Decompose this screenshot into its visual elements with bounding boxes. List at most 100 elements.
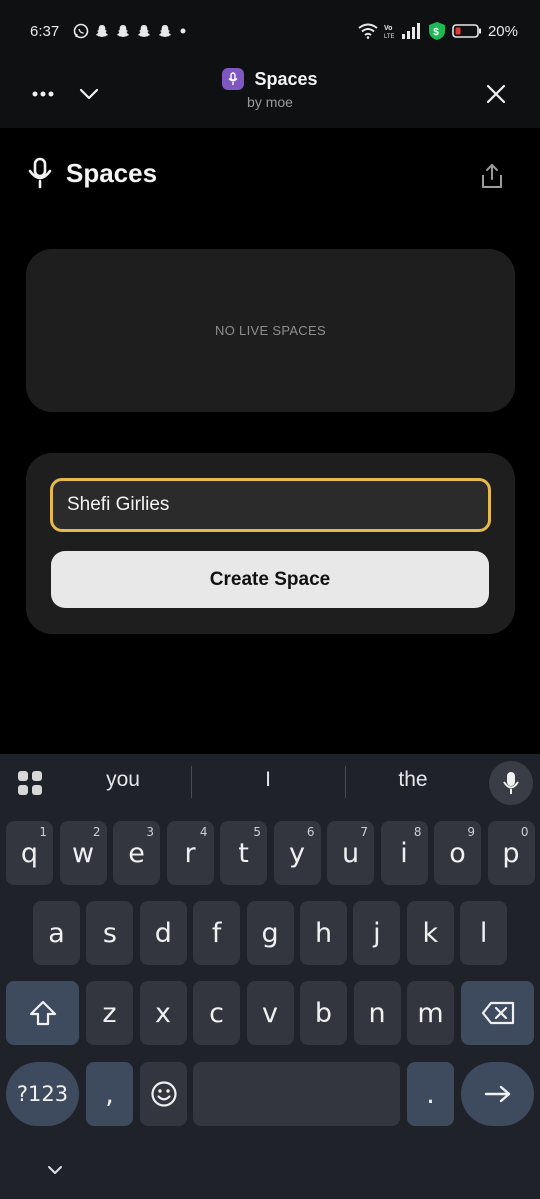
key-b[interactable]: b: [300, 981, 347, 1045]
key-y[interactable]: y6: [273, 821, 321, 885]
page-title: Spaces: [66, 157, 158, 188]
key-label: y: [289, 837, 305, 869]
key-h[interactable]: h: [300, 901, 347, 965]
key-label: h: [314, 917, 333, 949]
snapchat-icon: [138, 25, 151, 37]
key-f[interactable]: f: [193, 901, 241, 965]
key-label: p: [502, 837, 520, 869]
svg-text:Vo: Vo: [384, 25, 392, 32]
header-subtitle: by moe: [247, 94, 293, 110]
app-header: Spaces by moe: [0, 62, 540, 128]
microphone-icon: [28, 157, 52, 189]
key-hint: 8: [413, 825, 422, 839]
status-time: 6:37: [30, 22, 60, 40]
grid-icon: [18, 771, 42, 795]
key-n[interactable]: n: [353, 981, 401, 1045]
key-o[interactable]: o9: [434, 821, 481, 885]
emoji-icon: [150, 1081, 177, 1107]
key-x[interactable]: x: [139, 981, 187, 1045]
whatsapp-icon: [73, 23, 89, 39]
snapchat-icon: [159, 25, 172, 37]
chevron-down-icon: [48, 1166, 62, 1174]
key-label: c: [209, 997, 224, 1029]
key-label: q: [20, 837, 39, 869]
create-space-button[interactable]: Create Space: [51, 551, 489, 608]
key-g[interactable]: g: [246, 901, 294, 965]
key-s[interactable]: s: [86, 901, 134, 965]
key-label: v: [262, 997, 278, 1029]
emoji-key[interactable]: [140, 1062, 187, 1126]
key-l[interactable]: l: [460, 901, 508, 965]
key-c[interactable]: c: [193, 981, 240, 1045]
hide-keyboard-button[interactable]: [42, 1157, 68, 1183]
key-label: s: [102, 917, 117, 949]
enter-key[interactable]: [461, 1062, 534, 1126]
key-p[interactable]: p0: [487, 821, 535, 885]
suggestion-divider: [345, 766, 346, 798]
suggestion-2[interactable]: I: [208, 768, 328, 792]
key-label: a: [48, 917, 65, 949]
status-bar: 6:37 Vo LTE $ 20%: [0, 0, 540, 62]
suggestion-divider: [191, 766, 192, 798]
key-label: x: [155, 997, 171, 1029]
key-label: f: [211, 917, 222, 949]
key-label: t: [238, 837, 249, 869]
voice-input-button[interactable]: [489, 761, 533, 805]
key-label: k: [422, 917, 439, 949]
keyboard-apps-button[interactable]: [16, 769, 44, 797]
key-label: l: [479, 917, 488, 949]
key-v[interactable]: v: [246, 981, 294, 1045]
key-q[interactable]: q1: [6, 821, 53, 885]
key-d[interactable]: d: [139, 901, 187, 965]
key-label: i: [400, 837, 408, 869]
space-name-input[interactable]: [50, 478, 491, 532]
shift-key[interactable]: [6, 981, 79, 1045]
share-button[interactable]: [472, 156, 512, 196]
key-hint: 6: [306, 825, 315, 839]
key-j[interactable]: j: [353, 901, 401, 965]
key-hint: 9: [467, 825, 475, 839]
key-u[interactable]: u7: [327, 821, 374, 885]
svg-text:LTE: LTE: [384, 34, 395, 40]
symbols-key[interactable]: ?123: [6, 1062, 79, 1126]
backspace-key[interactable]: [461, 981, 534, 1045]
key-hint: 5: [253, 825, 261, 839]
key-z[interactable]: z: [86, 981, 133, 1045]
battery-percent: 20%: [487, 22, 518, 40]
key-label: w: [71, 837, 95, 869]
suggestion-1[interactable]: you: [63, 768, 183, 792]
period-key[interactable]: .: [407, 1062, 454, 1126]
microphone-icon: [503, 772, 519, 794]
microphone-icon: [228, 72, 238, 85]
live-spaces-card: NO LIVE SPACES: [26, 249, 515, 412]
key-e[interactable]: e3: [113, 821, 160, 885]
arrow-right-icon: [484, 1085, 510, 1103]
notification-icons: [73, 23, 188, 39]
key-label: r: [184, 837, 196, 869]
key-label: z: [102, 997, 117, 1029]
close-button[interactable]: [474, 72, 518, 116]
key-m[interactable]: m: [407, 981, 454, 1045]
key-t[interactable]: t5: [220, 821, 267, 885]
shield-dollar-icon: $: [428, 22, 445, 40]
key-r[interactable]: r4: [166, 821, 214, 885]
key-i[interactable]: i8: [380, 821, 428, 885]
key-label: e: [128, 837, 145, 869]
battery-icon: [452, 24, 481, 38]
key-a[interactable]: a: [33, 901, 80, 965]
key-label: b: [314, 997, 333, 1029]
comma-key[interactable]: ,: [86, 1062, 133, 1126]
key-w[interactable]: w2: [59, 821, 107, 885]
key-label: g: [261, 917, 279, 949]
key-label: o: [449, 837, 466, 869]
space-key[interactable]: [193, 1062, 400, 1126]
backspace-icon: [481, 1001, 514, 1025]
suggestion-3[interactable]: the: [353, 768, 473, 792]
signal-icon: [401, 23, 420, 39]
page-title-row: Spaces: [28, 157, 157, 189]
svg-text:$: $: [433, 27, 439, 38]
suggestion-bar: you I the: [0, 754, 540, 812]
key-hint: 0: [520, 825, 529, 839]
key-k[interactable]: k: [406, 901, 454, 965]
key-hint: 2: [92, 825, 101, 839]
